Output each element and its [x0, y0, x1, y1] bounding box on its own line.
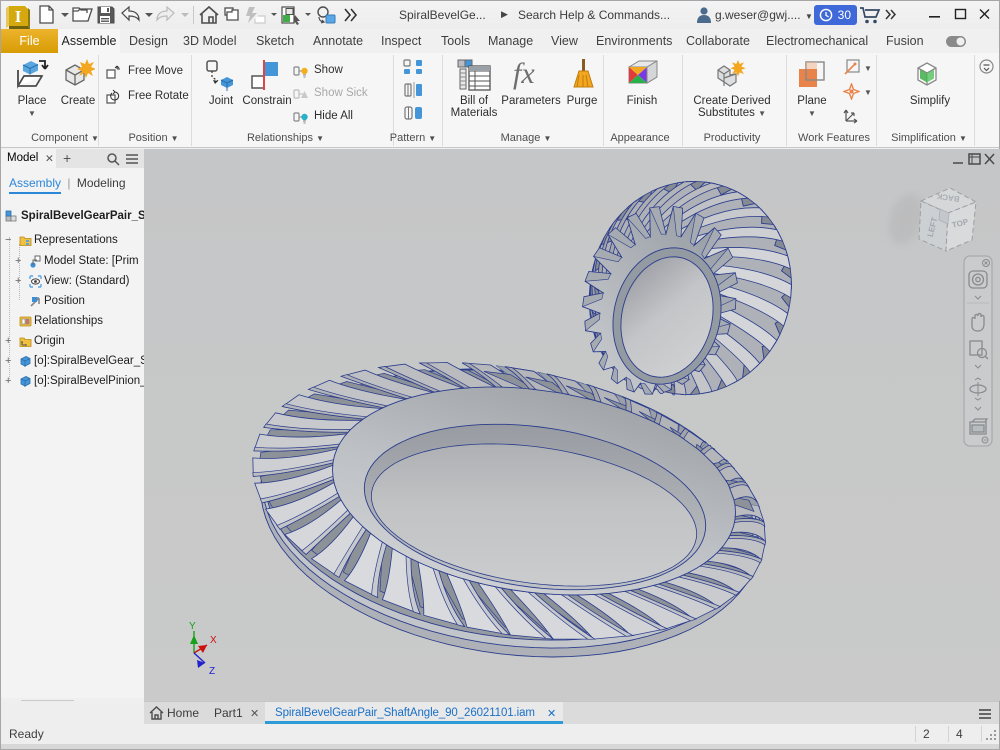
svg-text:Z: Z	[209, 666, 215, 677]
svg-text:I: I	[15, 7, 22, 26]
svg-text:X: X	[210, 635, 217, 646]
svg-text:Y: Y	[189, 621, 196, 632]
